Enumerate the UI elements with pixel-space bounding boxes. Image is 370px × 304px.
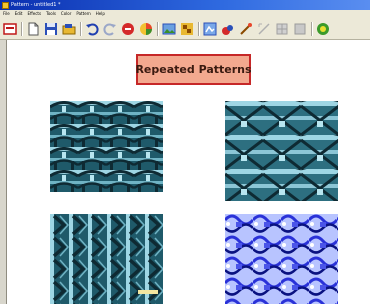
title-banner[interactable]: Repeated Patterns <box>135 54 252 85</box>
color-wheel-icon[interactable] <box>138 21 154 37</box>
toolbar-separator <box>311 21 312 36</box>
toolbar-separator <box>198 21 199 36</box>
tile-icon[interactable] <box>256 21 272 37</box>
stop-icon[interactable] <box>120 21 136 37</box>
effects-icon[interactable] <box>202 21 218 37</box>
menu-tools[interactable]: Tools <box>46 10 56 18</box>
window-title: Pattern - untitled1 * <box>11 2 61 8</box>
menu-pattern[interactable]: Pattern <box>76 10 90 18</box>
wand-icon[interactable] <box>238 21 254 37</box>
new-file-icon[interactable] <box>25 21 41 37</box>
pattern-tool-icon[interactable] <box>179 21 195 37</box>
list-icon[interactable] <box>292 21 308 37</box>
menu-bar: File Edit Effects Tools Color Pattern He… <box>0 10 370 18</box>
gallery-icon[interactable] <box>161 21 177 37</box>
save-icon[interactable] <box>43 21 59 37</box>
app-logo-icon[interactable] <box>2 21 18 37</box>
menu-edit[interactable]: Edit <box>15 10 23 18</box>
left-ruler <box>0 40 7 304</box>
menu-file[interactable]: File <box>3 10 10 18</box>
redo-icon[interactable] <box>102 21 118 37</box>
menu-effects[interactable]: Effects <box>27 10 41 18</box>
undo-icon[interactable] <box>84 21 100 37</box>
pattern-teal-chevrons[interactable] <box>50 214 163 304</box>
title-bar[interactable]: Pattern - untitled1 * <box>0 0 370 10</box>
settings-gear-icon[interactable] <box>315 21 331 37</box>
pattern-highlight <box>138 290 158 294</box>
toolbar-separator <box>21 21 22 36</box>
pattern-teal-arches[interactable] <box>50 101 163 192</box>
grid-icon[interactable] <box>274 21 290 37</box>
app-icon <box>2 1 9 9</box>
banner-text: Repeated Patterns <box>135 63 252 76</box>
toolbar-separator <box>80 21 81 36</box>
toolbar-separator <box>157 21 158 36</box>
canvas[interactable]: Repeated Patterns <box>7 40 370 304</box>
pattern-blue-waves[interactable] <box>225 214 338 304</box>
menu-help[interactable]: Help <box>96 10 105 18</box>
menu-color[interactable]: Color <box>61 10 71 18</box>
brush-icon[interactable] <box>220 21 236 37</box>
pattern-teal-crosses[interactable] <box>225 101 338 201</box>
open-folder-icon[interactable] <box>61 21 77 37</box>
toolbar <box>0 18 370 40</box>
